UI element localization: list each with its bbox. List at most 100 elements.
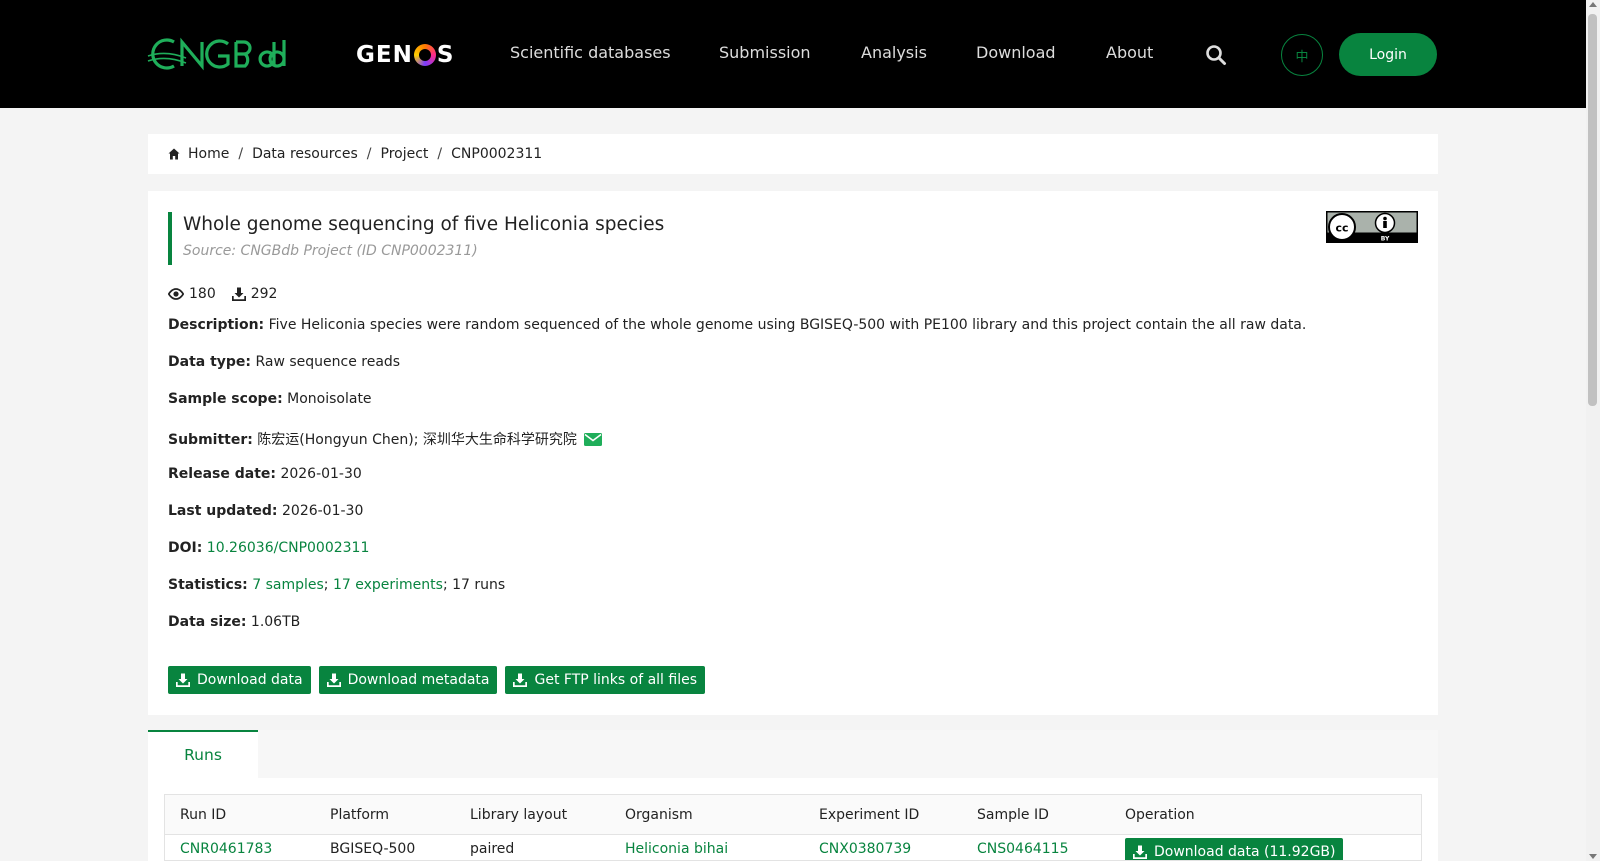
login-button[interactable]: Login [1339, 33, 1437, 76]
nav-about[interactable]: About [1106, 43, 1153, 62]
library-layout-cell: paired [470, 841, 515, 857]
scroll-up-arrow-icon[interactable] [1589, 2, 1597, 7]
tab-bar: Runs [148, 730, 1438, 778]
last-updated-value: 2026-01-30 [282, 503, 364, 519]
platform-cell: BGISEQ-500 [330, 841, 416, 857]
samples-link[interactable]: 7 samples [252, 577, 324, 593]
column-header-organism[interactable]: Organism [625, 795, 693, 835]
doi-field: DOI: 10.26036/CNP0002311 [168, 540, 369, 556]
project-detail-panel: Whole genome sequencing of five Heliconi… [148, 191, 1438, 715]
column-header-experiment-id[interactable]: Experiment ID [819, 795, 919, 835]
runs-table: Run ID Platform Library layout Organism … [164, 794, 1422, 861]
cc-by-license-icon[interactable]: cc BY [1326, 211, 1418, 243]
table-row: CNR0461783 BGISEQ-500 paired Heliconia b… [165, 836, 1421, 860]
data-size-label: Data size: [168, 614, 247, 630]
release-date-value: 2026-01-30 [280, 466, 362, 482]
statistics-label: Statistics: [168, 577, 248, 593]
table-header: Run ID Platform Library layout Organism … [165, 795, 1421, 835]
breadcrumb-separator: / [238, 146, 244, 162]
run-id-link[interactable]: CNR0461783 [180, 841, 272, 857]
page-scrollbar[interactable] [1586, 0, 1600, 861]
scroll-thumb[interactable] [1588, 14, 1597, 406]
language-toggle-button[interactable]: 中 [1281, 34, 1323, 76]
download-icon [513, 673, 528, 687]
data-type-value: Raw sequence reads [255, 354, 401, 370]
submitter-value: 陈宏运(Hongyun Chen); 深圳华大生命科学研究院 [257, 432, 577, 448]
column-header-platform[interactable]: Platform [330, 795, 389, 835]
doi-label: DOI: [168, 540, 203, 556]
row-download-button[interactable]: Download data (11.92GB) [1125, 838, 1344, 860]
top-navigation-bar: GEN S Scientific databases Submission Ana… [0, 0, 1586, 108]
runs-section: Runs Run ID Platform Library layout Orga… [148, 730, 1438, 861]
breadcrumb-project[interactable]: Project [381, 146, 429, 162]
mail-icon[interactable] [584, 433, 603, 446]
page-title: Whole genome sequencing of five Heliconi… [183, 214, 665, 235]
project-counts: 180 292 [168, 286, 293, 302]
nav-submission[interactable]: Submission [719, 43, 811, 62]
download-count: 292 [250, 286, 278, 302]
sample-scope-label: Sample scope: [168, 391, 283, 407]
statistics-separator: ; [323, 577, 329, 593]
breadcrumb-data-resources[interactable]: Data resources [252, 146, 358, 162]
svg-text:cc: cc [1335, 222, 1348, 235]
download-data-label: Download data [197, 672, 303, 688]
download-icon [1133, 845, 1147, 859]
home-icon [168, 148, 180, 160]
eye-icon [168, 288, 184, 300]
column-header-operation: Operation [1125, 807, 1195, 823]
download-icon [176, 673, 190, 687]
download-icon [326, 673, 341, 687]
data-type-label: Data type: [168, 354, 252, 370]
view-count: 180 [189, 286, 216, 302]
description-label: Description: [168, 317, 265, 333]
ftp-links-button[interactable]: Get FTP links of all files [505, 666, 706, 694]
sample-scope-value: Monoisolate [287, 391, 372, 407]
column-header-sample-id[interactable]: Sample ID [977, 795, 1049, 835]
experiment-id-link[interactable]: CNX0380739 [819, 841, 911, 857]
cngbdb-logo[interactable] [146, 36, 306, 72]
release-date-field: Release date: 2026-01-30 [168, 466, 362, 482]
breadcrumb: Home / Data resources / Project / CNP000… [148, 134, 1438, 174]
svg-text:BY: BY [1381, 236, 1390, 243]
runs-count: ; 17 runs [442, 577, 506, 593]
project-source: Source: CNGBdb Project (ID CNP0002311) [183, 243, 478, 259]
nav-analysis[interactable]: Analysis [861, 43, 927, 62]
sample-scope-field: Sample scope: Monoisolate [168, 391, 372, 407]
breadcrumb-current: CNP0002311 [451, 146, 543, 162]
data-size-field: Data size: 1.06TB [168, 614, 300, 630]
last-updated-label: Last updated: [168, 503, 278, 519]
search-icon[interactable] [1205, 44, 1227, 66]
column-header-run-id[interactable]: Run ID [180, 795, 226, 835]
download-metadata-label: Download metadata [347, 672, 490, 688]
nav-download[interactable]: Download [976, 43, 1056, 62]
download-metadata-button[interactable]: Download metadata [318, 666, 498, 694]
row-download-label: Download data (11.92GB) [1154, 844, 1336, 860]
data-size-value: 1.06TB [250, 614, 301, 630]
project-title-block: Whole genome sequencing of five Heliconi… [168, 212, 664, 265]
breadcrumb-home[interactable]: Home [188, 146, 229, 162]
genos-logo[interactable]: GEN S [356, 40, 454, 70]
genos-logo-text-end: S [436, 42, 455, 68]
last-updated-field: Last updated: 2026-01-30 [168, 503, 363, 519]
submitter-field: Submitter: 陈宏运(Hongyun Chen); 深圳华大生命科学研究… [168, 429, 603, 449]
download-data-button[interactable]: Download data [168, 666, 311, 694]
release-date-label: Release date: [168, 466, 276, 482]
genos-o-mark [413, 44, 436, 66]
doi-link[interactable]: 10.26036/CNP0002311 [207, 540, 370, 556]
data-type-field: Data type: Raw sequence reads [168, 354, 400, 370]
sample-id-link[interactable]: CNS0464115 [977, 841, 1069, 857]
column-header-library-layout[interactable]: Library layout [470, 795, 567, 835]
genos-logo-text-start: GEN [356, 42, 413, 68]
nav-scientific-databases[interactable]: Scientific databases [510, 43, 671, 62]
experiments-link[interactable]: 17 experiments [333, 577, 443, 593]
action-buttons: Download data Download metadata Get FTP … [168, 666, 713, 694]
description-field: Description: Five Heliconia species were… [168, 317, 1306, 333]
scroll-down-arrow-icon[interactable] [1589, 854, 1597, 859]
submitter-label: Submitter: [168, 432, 253, 448]
tab-runs[interactable]: Runs [148, 730, 258, 778]
description-value: Five Heliconia species were random seque… [268, 317, 1307, 333]
breadcrumb-separator: / [437, 146, 443, 162]
breadcrumb-separator: / [366, 146, 372, 162]
statistics-field: Statistics: 7 samples; 17 experiments; 1… [168, 577, 505, 593]
organism-link[interactable]: Heliconia bihai [625, 841, 728, 857]
